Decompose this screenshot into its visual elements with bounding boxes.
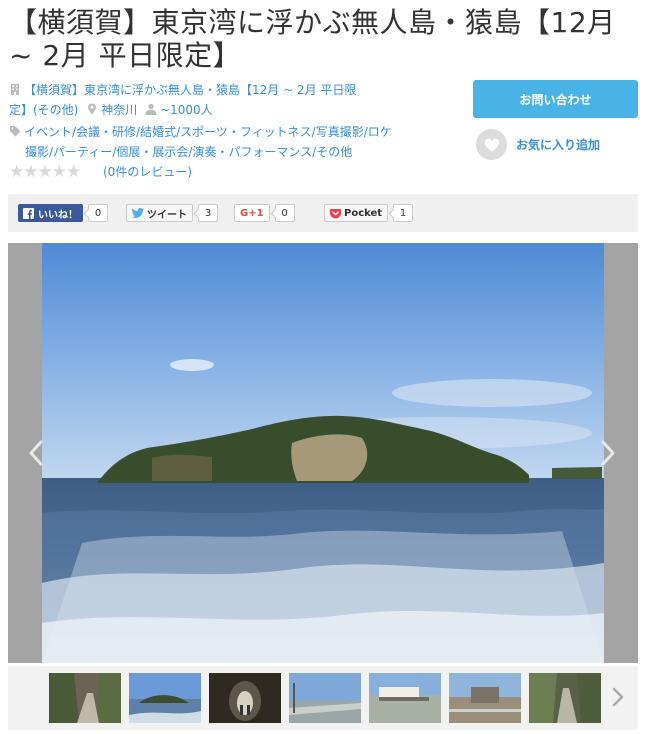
- thumbnail[interactable]: [289, 673, 361, 723]
- social-share-bar: いいね！ 0 ツイート 3 G+1 0 Pocket 1: [8, 194, 638, 232]
- twitter-tweet: ツイート 3: [126, 204, 218, 222]
- facebook-like: いいね！ 0: [18, 204, 108, 222]
- tag-icon: [10, 126, 21, 137]
- thumbnail[interactable]: [369, 673, 441, 723]
- main-photo: [42, 243, 604, 663]
- person-icon: [145, 103, 157, 115]
- reviews-link[interactable]: (0件のレビュー): [103, 163, 192, 181]
- thumbnail[interactable]: [129, 673, 201, 723]
- image-slider: [8, 243, 638, 663]
- favorite-button[interactable]: お気に入り追加: [476, 129, 600, 160]
- chevron-right-icon[interactable]: [610, 684, 626, 710]
- facebook-count: 0: [88, 204, 108, 222]
- twitter-icon: [132, 208, 144, 218]
- thumbnail[interactable]: [49, 673, 121, 723]
- tweet-button[interactable]: ツイート: [126, 204, 193, 222]
- venue-name-link-cont[interactable]: 定】(その他): [9, 103, 78, 117]
- pocket-count: 1: [393, 204, 414, 222]
- thumbnail[interactable]: [529, 673, 601, 723]
- thumbnail[interactable]: [209, 673, 281, 723]
- pin-icon: [88, 103, 97, 115]
- building-icon: [11, 84, 19, 95]
- facebook-icon: [23, 207, 34, 219]
- location-link[interactable]: 神奈川: [101, 103, 137, 117]
- chevron-left-icon[interactable]: [26, 439, 46, 467]
- category-links-cont[interactable]: 撮影/パーティー/個展・展示会/演奏・パフォーマンス/その他: [25, 145, 352, 159]
- capacity-link[interactable]: ~1000人: [160, 103, 213, 117]
- page-title: 【横須賀】東京湾に浮かぶ無人島・猿島【12月 ~ 2月 平日限定】: [9, 6, 616, 72]
- google-plus-count: 0: [274, 204, 295, 222]
- pocket-icon: [330, 208, 341, 218]
- contact-button[interactable]: お問い合わせ: [473, 80, 638, 118]
- heart-icon: [476, 129, 507, 160]
- thumbnail-strip: [8, 666, 638, 730]
- venue-name-link[interactable]: 【横須賀】東京湾に浮かぶ無人島・猿島【12月 ~ 2月 平日限: [24, 83, 356, 97]
- google-plus: G+1 0: [234, 204, 295, 222]
- pocket-save: Pocket 1: [324, 204, 414, 222]
- pocket-button[interactable]: Pocket: [324, 204, 389, 222]
- facebook-like-button[interactable]: いいね！: [18, 204, 83, 222]
- category-links[interactable]: イベント/会議・研修/結婚式/スポーツ・フィットネス/写真撮影/ロケ: [24, 125, 392, 139]
- twitter-count: 3: [198, 204, 218, 222]
- favorite-label: お気に入り追加: [516, 138, 601, 152]
- google-plus-button[interactable]: G+1: [234, 204, 270, 222]
- thumbnail[interactable]: [449, 673, 521, 723]
- island-photo: [42, 243, 604, 663]
- chevron-right-icon[interactable]: [598, 439, 618, 467]
- rating-stars: ★★★★★: [9, 162, 81, 182]
